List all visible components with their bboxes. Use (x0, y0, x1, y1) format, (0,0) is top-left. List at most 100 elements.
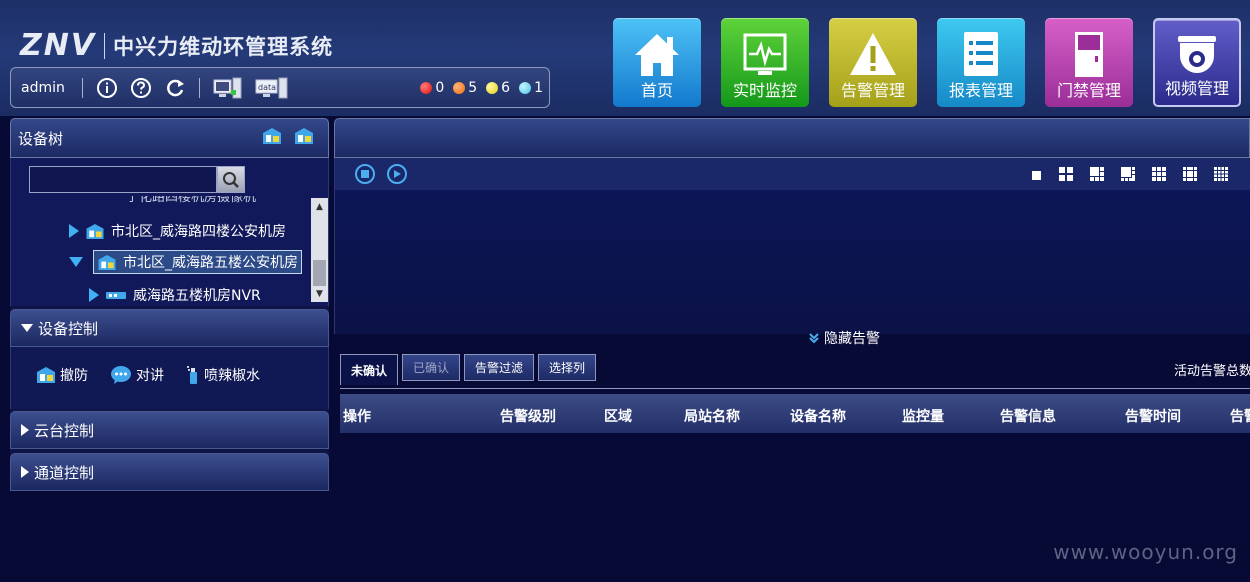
refresh-icon[interactable] (164, 77, 186, 99)
ptz-control-header[interactable]: 云台控制 (10, 411, 329, 449)
info-icon[interactable] (96, 77, 118, 99)
device-tree: 宁化路四楼机房摄像机 市北区_威海路四楼公安机房 市北区_威海路五楼公安机房 威… (10, 158, 329, 306)
selected-node[interactable]: 市北区_威海路五楼公安机房 (93, 250, 302, 274)
site-icon (86, 223, 104, 239)
col-region[interactable]: 区域 (604, 406, 632, 426)
tab-unconfirmed[interactable]: 未确认 (340, 354, 399, 385)
svg-text:data: data (258, 83, 276, 92)
minor-alarm-count[interactable]: 6 (486, 80, 510, 96)
warning-alarm-count[interactable]: 1 (519, 80, 543, 96)
device-control-panel: 撤防 对讲 喷辣椒水 (10, 347, 329, 409)
double-chevron-down-icon (809, 333, 819, 344)
tree-row-site[interactable]: 市北区_威海路四楼公安机房 (69, 221, 286, 241)
tree-search (29, 166, 245, 193)
app-title: 中兴力维动环管理系统 (113, 34, 334, 59)
tree-row-site-selected[interactable]: 市北区_威海路五楼公安机房 (69, 250, 302, 274)
nav-alarm-management[interactable]: 告警管理 (829, 18, 917, 107)
alarm-filter-button[interactable]: 告警过滤 (464, 354, 535, 381)
layout-switcher (1031, 166, 1228, 185)
active-alarm-total: 活动告警总数 (1174, 364, 1250, 379)
disarm-icon (37, 367, 55, 383)
nav-access-control[interactable]: 门禁管理 (1045, 18, 1133, 107)
hide-alarm-toggle[interactable]: 隐藏告警 (808, 328, 880, 348)
warning-icon (850, 33, 896, 75)
layout-16-icon[interactable] (1214, 166, 1228, 185)
tab-confirmed[interactable]: 已确认 (402, 354, 461, 381)
alarm-table-header: 操作 告警级别 区域 局站名称 设备名称 监控量 告警信息 告警时间 告警 (340, 394, 1250, 433)
nav-video-management[interactable]: 视频管理 (1153, 18, 1241, 107)
layout-13-icon[interactable] (1183, 166, 1197, 185)
col-alarm-info[interactable]: 告警信息 (1000, 406, 1056, 426)
layout-9-icon[interactable] (1152, 166, 1166, 185)
expand-icon[interactable] (89, 288, 99, 302)
left-panel: 设备树 宁化路四楼机房摄像机 市北区_威海路四楼公安机房 市北区_威海路五楼公安… (10, 118, 329, 491)
orange-dot-icon (453, 81, 466, 94)
layout-4-icon[interactable] (1059, 166, 1073, 185)
col-alarm-more[interactable]: 告警 (1230, 406, 1250, 426)
nav-report-management[interactable]: 报表管理 (937, 18, 1025, 107)
tree-search-input[interactable] (29, 166, 217, 193)
username: admin (21, 79, 65, 96)
critical-alarm-count[interactable]: 0 (420, 80, 444, 96)
layout-8-icon[interactable] (1121, 166, 1135, 185)
video-area[interactable] (334, 190, 1250, 334)
header: ZNV 中兴力维动环管理系统 admin data 0 5 6 1 首页 实时监… (0, 0, 1250, 116)
intercom-button[interactable]: 对讲 (110, 365, 164, 385)
site-unlock-icon[interactable] (294, 127, 314, 149)
tree-row-clipped[interactable]: 宁化路四楼机房摄像机 (126, 196, 256, 206)
play-button[interactable] (387, 164, 407, 184)
site-lock-icon[interactable] (262, 127, 282, 149)
monitor-icon (743, 33, 787, 75)
divider (198, 77, 200, 98)
spray-icon (187, 366, 197, 384)
home-icon (635, 34, 679, 76)
data-server-icon[interactable]: data (255, 77, 289, 99)
alarm-tabs: 未确认 已确认 告警过滤 选择列 (340, 354, 597, 385)
help-icon[interactable] (130, 77, 152, 99)
logo: ZNV 中兴力维动环管理系统 (20, 28, 333, 63)
stop-button[interactable] (355, 164, 375, 184)
tree-row-nvr[interactable]: 威海路五楼机房NVR (89, 285, 261, 305)
spray-button[interactable]: 喷辣椒水 (186, 365, 260, 385)
col-alarm-level[interactable]: 告警级别 (500, 406, 556, 426)
layout-6-icon[interactable] (1090, 166, 1104, 185)
expand-icon[interactable] (69, 224, 79, 238)
search-button[interactable] (217, 166, 245, 193)
select-columns-button[interactable]: 选择列 (538, 354, 597, 381)
monitor-alarm-icon[interactable] (213, 77, 243, 99)
main-panel-header (334, 118, 1250, 158)
col-alarm-time[interactable]: 告警时间 (1125, 406, 1181, 426)
scroll-thumb[interactable] (313, 260, 326, 286)
main-panel: 隐藏告警 未确认 已确认 告警过滤 选择列 活动告警总数 操作 告警级别 区域 … (334, 118, 1250, 490)
divider (81, 77, 83, 98)
video-toolbar (334, 158, 1250, 190)
major-alarm-count[interactable]: 5 (453, 80, 477, 96)
nav-realtime-monitor[interactable]: 实时监控 (721, 18, 809, 107)
play-icon (394, 170, 401, 178)
alarm-counters: 0 5 6 1 (420, 80, 543, 96)
nav-home[interactable]: 首页 (613, 18, 701, 107)
scroll-down-icon[interactable]: ▼ (311, 285, 328, 302)
cyan-dot-icon (519, 81, 532, 94)
device-tree-header: 设备树 (10, 118, 329, 158)
stop-icon (361, 170, 369, 178)
device-control-header[interactable]: 设备控制 (10, 309, 329, 347)
channel-control-header[interactable]: 通道控制 (10, 453, 329, 491)
scroll-up-icon[interactable]: ▲ (311, 198, 328, 215)
layout-1-icon[interactable] (1031, 166, 1042, 185)
disarm-button[interactable]: 撤防 (36, 365, 88, 385)
tree-scrollbar[interactable]: ▲ ▼ (311, 198, 328, 302)
report-icon (964, 32, 998, 76)
collapse-icon (21, 324, 33, 332)
yellow-dot-icon (486, 81, 499, 94)
user-toolbar: admin data 0 5 6 1 (10, 67, 550, 108)
col-monitor-point[interactable]: 监控量 (902, 406, 944, 426)
col-operation[interactable]: 操作 (343, 406, 371, 426)
collapse-icon[interactable] (69, 257, 83, 267)
expand-icon (21, 424, 29, 436)
expand-icon (21, 466, 29, 478)
main-nav: 首页 实时监控 告警管理 报表管理 门禁管理 视频管理 (613, 18, 1241, 107)
col-station-name[interactable]: 局站名称 (684, 406, 740, 426)
camera-icon (1178, 36, 1216, 73)
col-device-name[interactable]: 设备名称 (790, 406, 846, 426)
